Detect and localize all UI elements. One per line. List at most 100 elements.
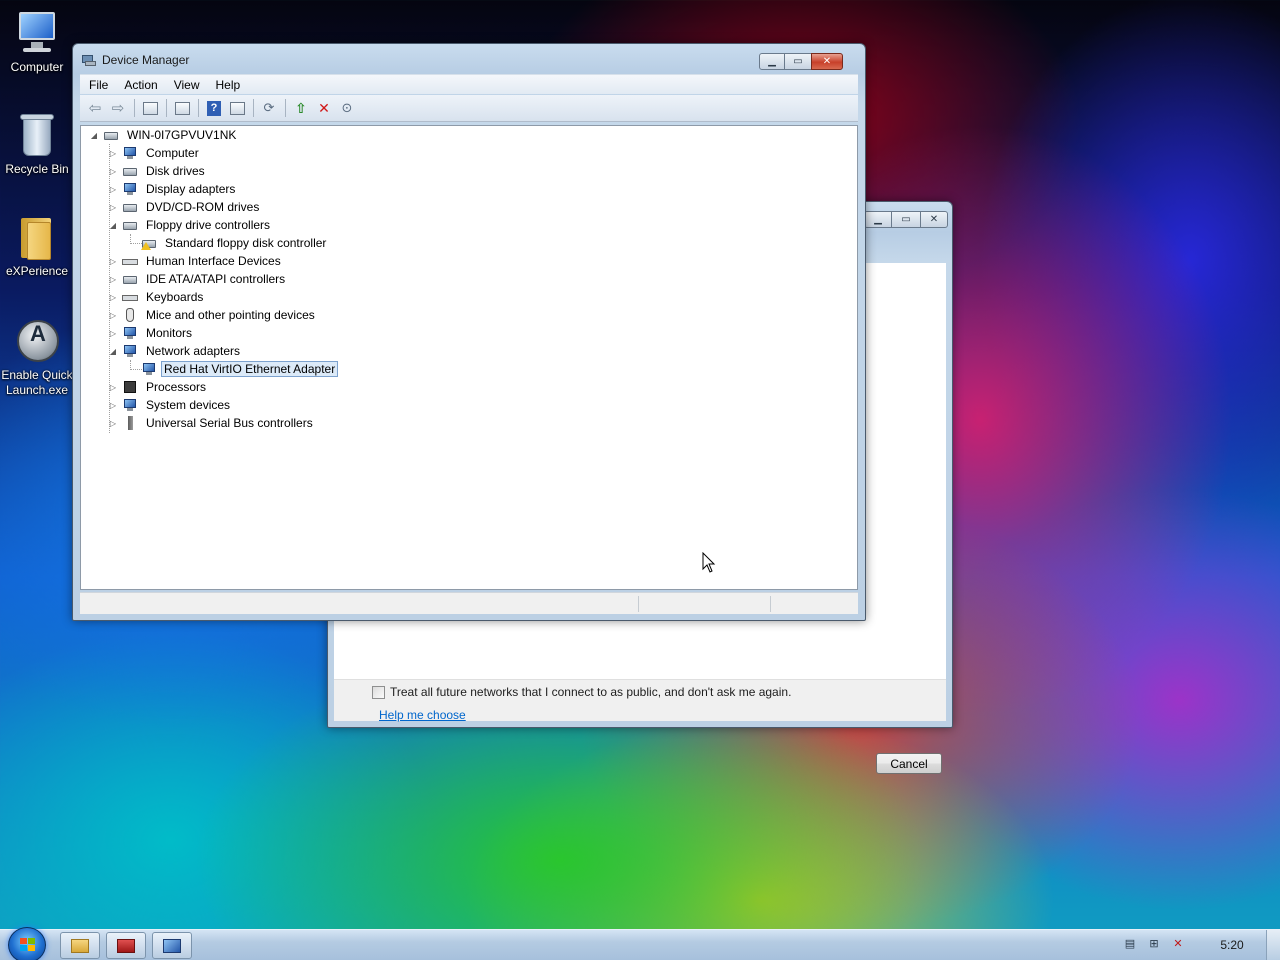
- update-driver-button[interactable]: ⇧: [290, 98, 312, 118]
- network-icon[interactable]: ⊞: [1146, 935, 1162, 951]
- device-manager-window[interactable]: Device Manager ▁ ▭ ✕ File Action View He…: [72, 43, 866, 621]
- tree-item-ide-controllers[interactable]: ▷ IDE ATA/ATAPI controllers: [108, 270, 289, 288]
- expand-icon[interactable]: ▷: [108, 185, 118, 194]
- public-networks-option[interactable]: Treat all future networks that I connect…: [372, 685, 791, 699]
- tree-root[interactable]: ◢ WIN-0I7GPVUV1NK: [89, 126, 240, 144]
- tree-item-label: Floppy drive controllers: [146, 218, 271, 232]
- minimize-button[interactable]: ▁: [864, 211, 892, 228]
- cancel-button[interactable]: Cancel: [876, 753, 942, 774]
- desktop-icon-label: eXPerience: [5, 264, 69, 278]
- tree-item-usb-controllers[interactable]: ▷ Universal Serial Bus controllers: [108, 414, 317, 432]
- uninstall-button[interactable]: ✕: [313, 98, 335, 118]
- close-button[interactable]: ✕: [920, 211, 948, 228]
- back-arrow-icon: ⇦: [88, 100, 102, 117]
- show-hide-console-tree-button[interactable]: [139, 98, 161, 118]
- maximize-button[interactable]: ▭: [892, 211, 920, 228]
- show-action-pane-button[interactable]: [226, 98, 248, 118]
- desktop-icon-label-line2: Launch.exe: [5, 383, 69, 397]
- minimize-button[interactable]: ▁: [759, 53, 785, 70]
- menu-file[interactable]: File: [89, 78, 116, 92]
- tree-item-dvd-drives[interactable]: ▷ DVD/CD-ROM drives: [108, 198, 263, 216]
- expand-icon[interactable]: ▷: [108, 419, 118, 428]
- scan-hardware-icon: ⟳: [263, 100, 275, 115]
- menu-help[interactable]: Help: [208, 78, 249, 92]
- scan-hardware-button[interactable]: ⟳: [258, 98, 280, 118]
- hid-icon: [122, 254, 138, 268]
- quick-launch-icon: A: [13, 316, 61, 364]
- tree-item-display-adapters[interactable]: ▷ Display adapters: [108, 180, 239, 198]
- tree-item-monitors[interactable]: ▷ Monitors: [108, 324, 196, 342]
- tree-item-virtio-ethernet[interactable]: Red Hat VirtIO Ethernet Adapter: [141, 360, 339, 378]
- show-desktop-button[interactable]: [1266, 930, 1280, 960]
- expand-icon[interactable]: ▷: [108, 275, 118, 284]
- menu-bar: File Action View Help: [80, 74, 858, 94]
- device-manager-icon: [81, 53, 97, 67]
- window-controls: ▁ ▭ ✕: [759, 53, 843, 71]
- collapse-icon[interactable]: ◢: [108, 347, 118, 356]
- disable-button[interactable]: ⊙: [336, 98, 358, 118]
- tree-item-label: Keyboards: [146, 290, 204, 304]
- tree-item-label: Mice and other pointing devices: [146, 308, 315, 322]
- properties-button[interactable]: [171, 98, 193, 118]
- collapse-icon[interactable]: ◢: [89, 131, 99, 140]
- public-networks-label: Treat all future networks that I connect…: [390, 685, 792, 699]
- tree-item-mice[interactable]: ▷ Mice and other pointing devices: [108, 306, 319, 324]
- disable-device-icon: ⊙: [341, 100, 353, 115]
- volume-muted-icon[interactable]: ✕: [1170, 935, 1186, 951]
- tree-item-floppy-controllers[interactable]: ◢ Floppy drive controllers: [108, 216, 274, 234]
- tree-item-label: Universal Serial Bus controllers: [146, 416, 313, 430]
- expand-icon[interactable]: ▷: [108, 167, 118, 176]
- expand-icon[interactable]: ▷: [108, 257, 118, 266]
- close-button[interactable]: ✕: [811, 53, 843, 70]
- public-networks-checkbox[interactable]: [372, 685, 385, 699]
- ide-controller-icon: [122, 272, 138, 286]
- floppy-controller-warning-icon: [141, 236, 157, 250]
- dvd-drive-icon: [122, 200, 138, 214]
- help-button[interactable]: ?: [203, 98, 225, 118]
- maximize-button[interactable]: ▭: [785, 53, 811, 70]
- tree-item-computer[interactable]: ▷ Computer: [108, 144, 203, 162]
- tree-item-system-devices[interactable]: ▷ System devices: [108, 396, 234, 414]
- tree-item-network-adapters[interactable]: ◢ Network adapters: [108, 342, 244, 360]
- tree-item-disk-drives[interactable]: ▷ Disk drives: [108, 162, 209, 180]
- desktop-icon-computer[interactable]: Computer: [0, 8, 74, 75]
- system-device-icon: [122, 398, 138, 412]
- mouse-icon: [122, 308, 138, 322]
- recycle-bin-icon: [13, 110, 61, 158]
- action-center-icon[interactable]: ▤: [1122, 935, 1138, 951]
- expand-icon[interactable]: ▷: [108, 149, 118, 158]
- expand-icon[interactable]: ▷: [108, 311, 118, 320]
- taskbar-device-manager[interactable]: [152, 932, 192, 959]
- tree-item-keyboards[interactable]: ▷ Keyboards: [108, 288, 207, 306]
- expand-icon[interactable]: ▷: [108, 293, 118, 302]
- desktop-icon-recycle-bin[interactable]: Recycle Bin: [0, 110, 74, 177]
- menu-action[interactable]: Action: [116, 78, 165, 92]
- start-button[interactable]: [8, 927, 46, 960]
- desktop-icon-experience[interactable]: eXPerience: [0, 212, 74, 279]
- forward-arrow-icon: ⇨: [111, 100, 125, 117]
- device-tree[interactable]: ◢ WIN-0I7GPVUV1NK ▷ Computer ▷ Disk driv…: [80, 125, 858, 590]
- desktop-icon-label: Recycle Bin: [5, 162, 69, 176]
- tree-item-label: Standard floppy disk controller: [165, 236, 327, 250]
- menu-view[interactable]: View: [166, 78, 208, 92]
- tree-item-standard-floppy[interactable]: Standard floppy disk controller: [141, 234, 330, 252]
- keyboard-icon: [122, 290, 138, 304]
- status-separator: [770, 596, 771, 612]
- expand-icon[interactable]: ▷: [108, 329, 118, 338]
- back-button[interactable]: ⇦: [84, 98, 106, 118]
- window-controls: ▁ ▭ ✕: [864, 211, 948, 229]
- forward-button[interactable]: ⇨: [107, 98, 129, 118]
- uninstall-icon: ✕: [318, 99, 330, 116]
- taskbar-app[interactable]: [106, 932, 146, 959]
- expand-icon[interactable]: ▷: [108, 383, 118, 392]
- action-pane-icon: [229, 101, 245, 115]
- tree-item-hid[interactable]: ▷ Human Interface Devices: [108, 252, 285, 270]
- clock[interactable]: 5:20: [1212, 938, 1252, 952]
- collapse-icon[interactable]: ◢: [108, 221, 118, 230]
- tree-item-processors[interactable]: ▷ Processors: [108, 378, 210, 396]
- desktop-icon-quick-launch[interactable]: A Enable Quick Launch.exe: [0, 316, 74, 398]
- expand-icon[interactable]: ▷: [108, 203, 118, 212]
- help-me-choose-link[interactable]: Help me choose: [379, 708, 466, 722]
- expand-icon[interactable]: ▷: [108, 401, 118, 410]
- taskbar-explorer[interactable]: [60, 932, 100, 959]
